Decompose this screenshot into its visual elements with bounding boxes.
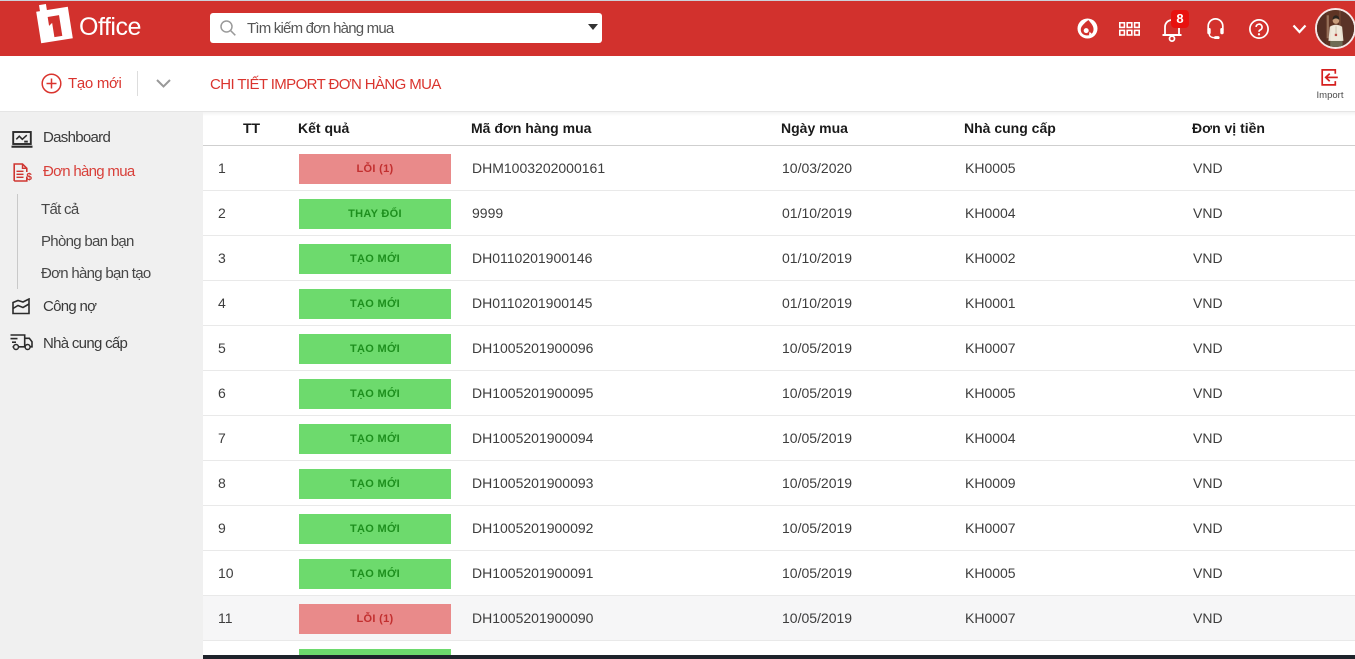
svg-text:$: $ bbox=[26, 172, 32, 183]
